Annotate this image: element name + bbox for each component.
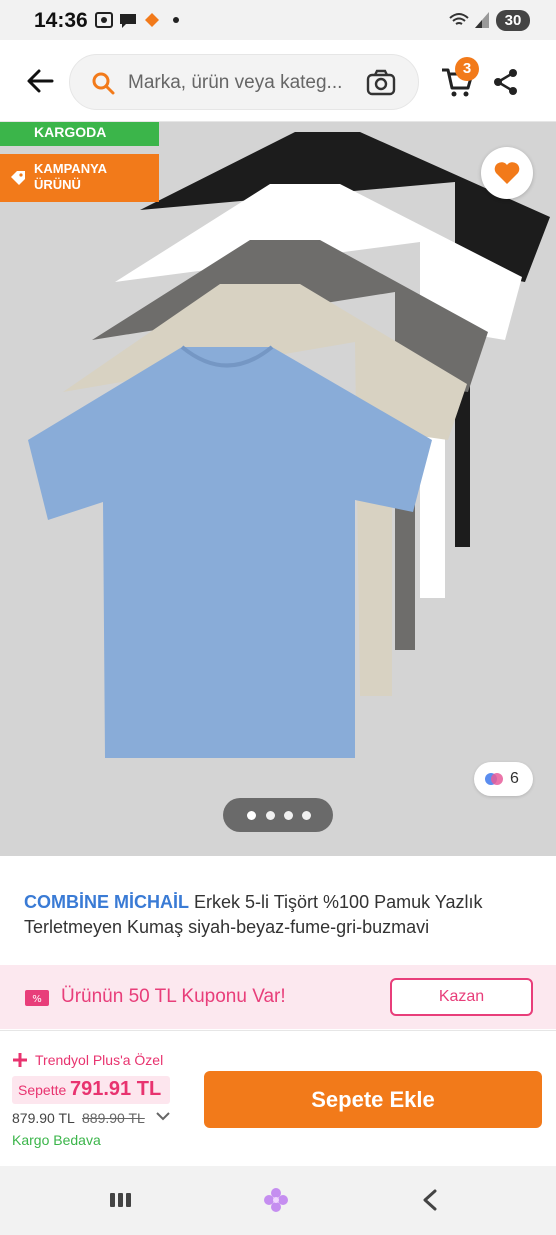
camera-search-icon[interactable] <box>366 69 396 97</box>
old-price: 889.90 TL <box>82 1110 145 1126</box>
search-icon <box>92 72 115 95</box>
favorite-button[interactable] <box>481 147 533 199</box>
share-icon[interactable] <box>493 68 519 96</box>
status-bar: 14:36 30 <box>0 0 556 40</box>
pager-dot-4[interactable] <box>302 811 311 820</box>
free-shipping-label: Kargo Bedava <box>12 1132 101 1148</box>
plus-exclusive-label: Trendyol Plus'a Özel <box>35 1052 164 1068</box>
plus-icon <box>13 1053 27 1067</box>
pager-dot-3[interactable] <box>284 811 293 820</box>
app-notification-icon <box>145 13 159 27</box>
search-input[interactable]: Marka, ürün veya kateg... <box>69 54 419 110</box>
svg-text:%: % <box>32 994 42 1005</box>
back-button[interactable] <box>24 64 56 98</box>
pager-dot-2[interactable] <box>266 811 275 820</box>
signal-icon <box>475 12 489 28</box>
product-brand-link[interactable]: COMBİNE MİCHAİL <box>24 892 189 912</box>
kargoda-badge: KARGODA <box>0 122 159 146</box>
color-count: 6 <box>510 770 519 787</box>
heart-icon <box>494 162 520 184</box>
arrow-left-icon <box>27 69 54 93</box>
screenshot-icon <box>95 12 113 28</box>
campaign-label-line2: ÜRÜNÜ <box>34 177 81 192</box>
basket-price-label: Sepette <box>18 1082 67 1098</box>
pager-dot-1[interactable] <box>247 811 256 820</box>
earn-coupon-button[interactable]: Kazan <box>390 978 533 1016</box>
recent-apps-icon[interactable] <box>108 1190 134 1210</box>
color-palette-icon <box>485 773 503 785</box>
campaign-label-line1: KAMPANYA <box>34 161 107 176</box>
current-price: 879.90 TL <box>12 1110 75 1126</box>
product-image <box>28 132 550 758</box>
kargoda-label: KARGODA <box>34 124 107 140</box>
tag-icon <box>11 171 25 185</box>
coupon-text: Ürünün 50 TL Kuponu Var! <box>61 986 286 1007</box>
app-header: Marka, ürün veya kateg... 3 <box>0 40 556 122</box>
campaign-badge: KAMPANYA ÜRÜNÜ <box>0 154 159 202</box>
add-to-cart-button[interactable]: Sepete Ekle <box>204 1071 542 1128</box>
more-notifications-icon <box>173 17 179 23</box>
coupon-banner: % Ürünün 50 TL Kuponu Var! Kazan <box>0 965 556 1029</box>
purchase-bar: Trendyol Plus'a Özel Sepette 791.91 TL 8… <box>0 1030 556 1166</box>
wifi-icon <box>449 13 469 25</box>
back-nav-icon[interactable] <box>420 1188 440 1212</box>
basket-price: 791.91 TL <box>70 1078 162 1100</box>
coupon-icon: % <box>25 990 49 1006</box>
status-time: 14:36 <box>34 9 88 32</box>
chevron-down-icon[interactable] <box>155 1109 171 1123</box>
image-pager[interactable] <box>223 798 333 832</box>
home-icon[interactable] <box>263 1187 289 1213</box>
cart-count-badge: 3 <box>455 57 479 81</box>
product-title: COMBİNE MİCHAİL Erkek 5-li Tişört %100 P… <box>24 890 534 940</box>
system-nav-bar <box>0 1166 556 1235</box>
battery-indicator: 30 <box>496 10 530 31</box>
search-placeholder: Marka, ürün veya kateg... <box>128 72 343 93</box>
product-image-gallery[interactable]: KARGODA KAMPANYA ÜRÜNÜ 6 <box>0 122 556 856</box>
message-icon <box>120 14 136 28</box>
basket-price-box: Sepette 791.91 TL <box>12 1076 170 1104</box>
color-options-button[interactable]: 6 <box>474 762 533 796</box>
